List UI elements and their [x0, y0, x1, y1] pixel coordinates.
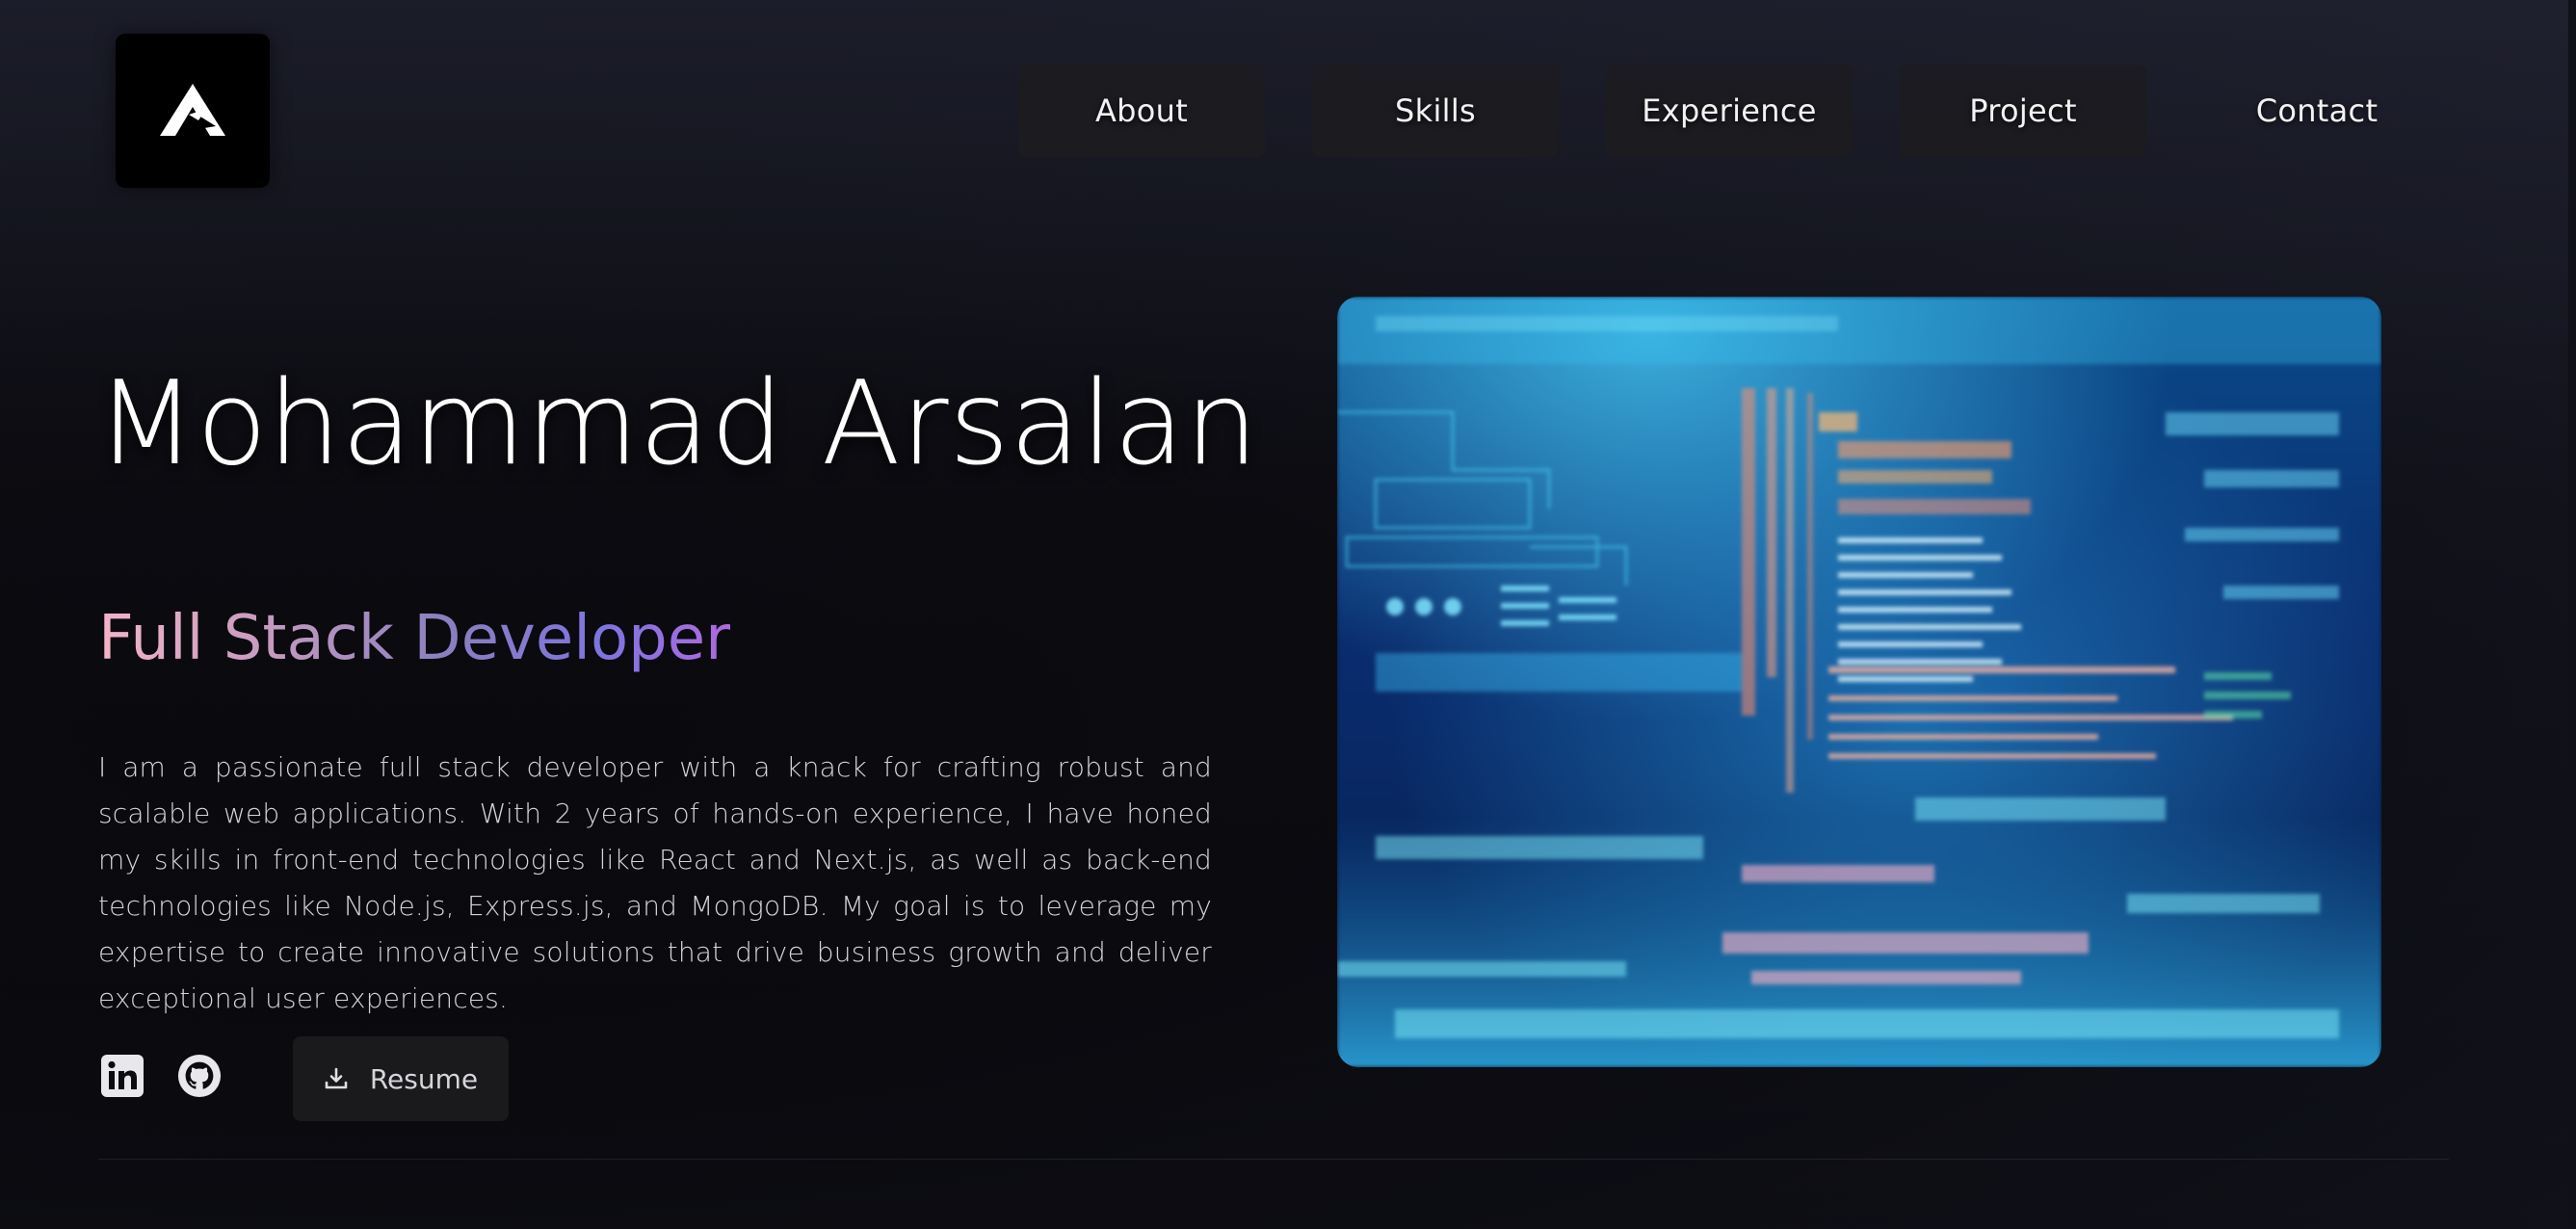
hero-code-image — [1337, 297, 2381, 1067]
top-navigation: About Skills Experience Project Contact — [1018, 65, 2440, 157]
nav-skills[interactable]: Skills — [1312, 65, 1559, 157]
linkedin-icon — [101, 1055, 144, 1097]
linkedin-link[interactable] — [100, 1054, 145, 1098]
github-link[interactable] — [177, 1054, 222, 1098]
nav-contact[interactable]: Contact — [2194, 65, 2440, 157]
scrollbar-track[interactable] — [2568, 0, 2576, 1229]
resume-download-button[interactable]: Resume — [293, 1036, 509, 1121]
social-links — [100, 1054, 222, 1098]
github-icon — [177, 1054, 222, 1098]
logo-icon — [160, 84, 225, 136]
hero-role: Full Stack Developer — [98, 603, 731, 674]
logo[interactable] — [116, 34, 270, 188]
resume-label: Resume — [369, 1062, 479, 1095]
section-divider — [98, 1159, 2449, 1160]
nav-about[interactable]: About — [1018, 65, 1265, 157]
hero-description: I am a passionate full stack developer w… — [98, 751, 1212, 1014]
download-icon — [325, 1067, 348, 1089]
nav-experience[interactable]: Experience — [1606, 65, 1853, 157]
hero-name: Mohammad Arsalan — [96, 357, 1259, 491]
nav-project[interactable]: Project — [1900, 65, 2146, 157]
